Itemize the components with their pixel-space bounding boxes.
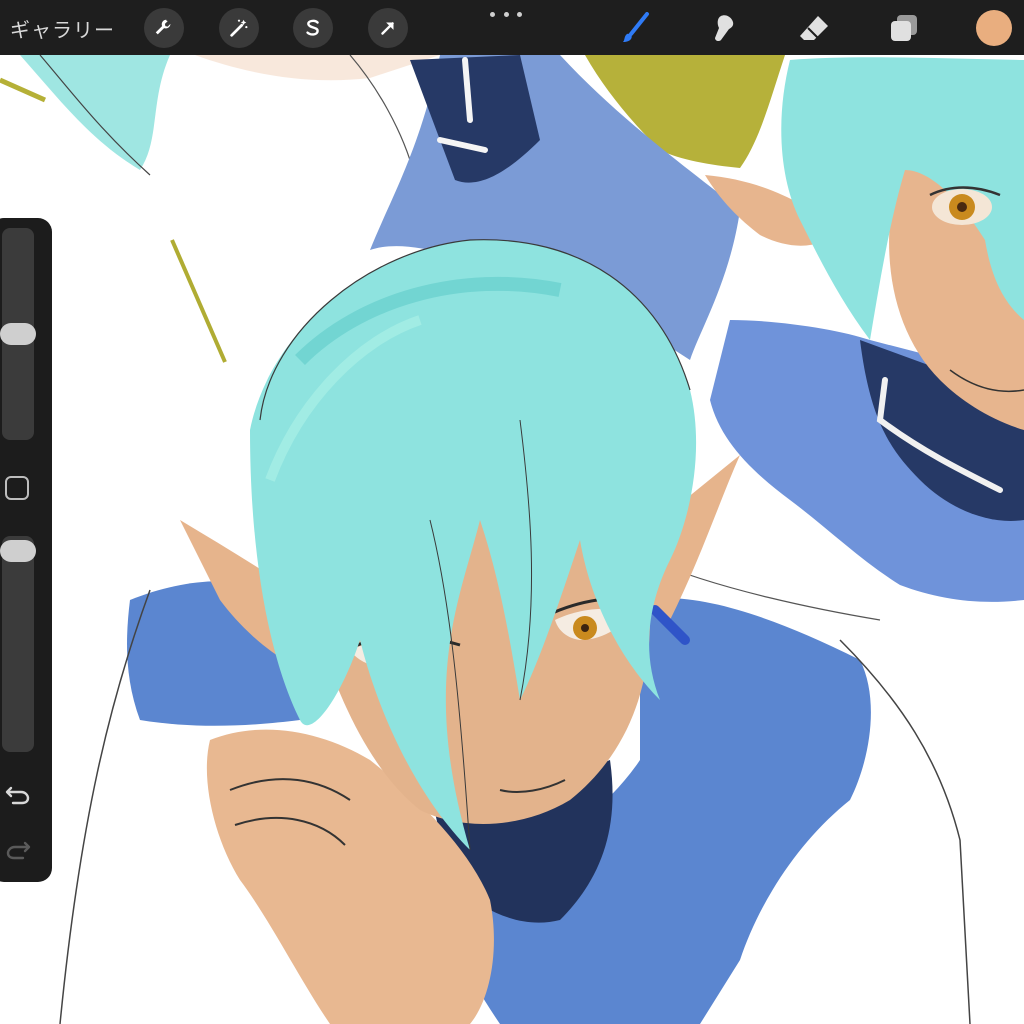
more-dots-icon[interactable] (490, 4, 522, 24)
opacity-thumb[interactable] (0, 540, 36, 562)
adjustments-button[interactable] (219, 8, 259, 48)
brush-icon (623, 12, 649, 42)
top-toolbar: ギャラリー (0, 0, 1024, 55)
brush-size-thumb[interactable] (0, 323, 36, 345)
transform-button[interactable] (368, 8, 408, 48)
eraser-icon (800, 16, 828, 40)
eraser-button[interactable] (796, 10, 832, 46)
modify-square-icon[interactable] (5, 476, 29, 500)
brush-size-slider[interactable] (0, 228, 36, 440)
gallery-button[interactable]: ギャラリー (10, 14, 115, 43)
brush-button[interactable] (618, 10, 654, 46)
magic-wand-icon (230, 19, 248, 37)
opacity-slider[interactable] (0, 536, 36, 752)
selection-button[interactable] (293, 8, 333, 48)
actions-button[interactable] (144, 8, 184, 48)
wrench-icon (155, 19, 171, 35)
layers-button[interactable] (886, 10, 922, 46)
selection-s-icon (306, 19, 319, 36)
smudge-button[interactable] (706, 10, 742, 46)
left-sidebar (0, 218, 52, 882)
redo-icon[interactable] (2, 836, 34, 864)
smudge-icon (715, 15, 734, 42)
layers-icon (891, 15, 917, 41)
undo-icon[interactable] (2, 781, 34, 809)
color-swatch[interactable] (976, 10, 1012, 46)
arrow-cursor-icon (381, 22, 394, 35)
drawing-canvas[interactable] (0, 0, 1024, 1024)
